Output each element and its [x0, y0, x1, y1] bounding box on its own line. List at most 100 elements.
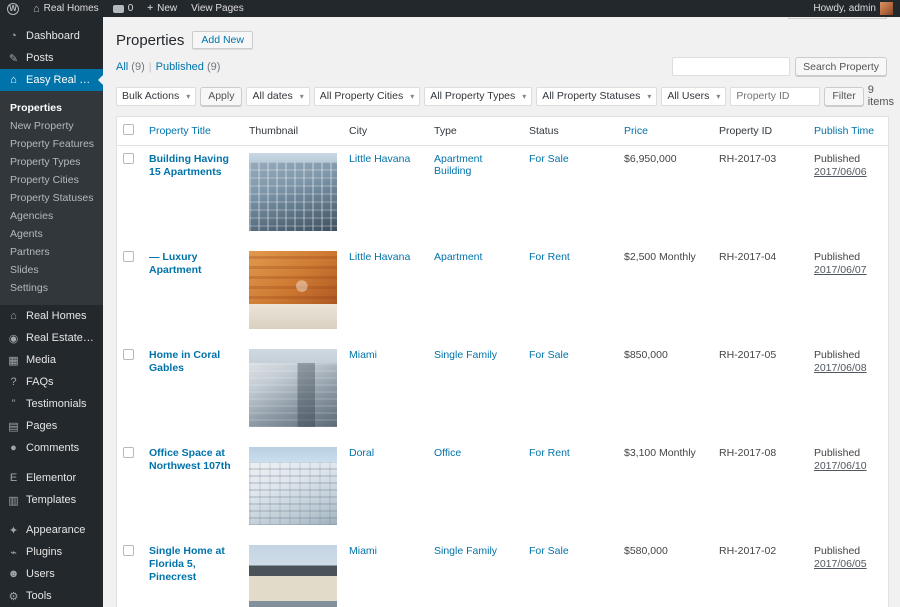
- filter-button[interactable]: Filter: [824, 86, 864, 106]
- templates-icon: ▥: [8, 494, 19, 507]
- sidebar-item-tools[interactable]: ⚙ Tools: [0, 585, 103, 607]
- publish-status: Published: [814, 153, 861, 165]
- sidebar-item-media[interactable]: ▦ Media: [0, 349, 103, 371]
- sidebar-item-real-estate-crm[interactable]: ◉ Real Estate CRM: [0, 327, 103, 349]
- property-thumbnail[interactable]: [249, 447, 337, 525]
- property-title-link[interactable]: Home in Coral Gables: [149, 349, 237, 375]
- property-thumbnail[interactable]: [249, 545, 337, 607]
- city-link[interactable]: Little Havana: [349, 251, 410, 263]
- select-row-checkbox[interactable]: [123, 447, 134, 458]
- property-id-value: RH-2017-04: [719, 251, 777, 263]
- bulk-actions-select[interactable]: Bulk Actions ▾: [116, 86, 197, 106]
- sidebar-item-appearance[interactable]: ✦ Appearance: [0, 519, 103, 541]
- property-title-link[interactable]: — Luxury Apartment: [149, 251, 237, 277]
- submenu-item-agents[interactable]: Agents: [0, 225, 103, 243]
- property-id-input[interactable]: [730, 86, 821, 106]
- city-link[interactable]: Miami: [349, 349, 377, 361]
- submenu-item-property-types[interactable]: Property Types: [0, 153, 103, 171]
- sidebar-item-label: Comments: [26, 442, 80, 454]
- select-all-checkbox[interactable]: [123, 124, 134, 135]
- search-box: Search Property: [672, 57, 887, 76]
- comments-indicator[interactable]: 0: [106, 0, 141, 17]
- sidebar-item-comments[interactable]: ● Comments: [0, 437, 103, 459]
- sidebar-item-posts[interactable]: ✎ Posts: [0, 47, 103, 69]
- view-pages-label: View Pages: [191, 3, 244, 14]
- sidebar-item-real-homes[interactable]: ⌂ Real Homes: [0, 305, 103, 327]
- view-all-link[interactable]: All (9): [116, 61, 145, 73]
- type-link[interactable]: Single Family: [434, 545, 497, 557]
- submenu-item-agencies[interactable]: Agencies: [0, 207, 103, 225]
- publish-status: Published: [814, 447, 861, 459]
- search-input[interactable]: [672, 57, 791, 76]
- select-row-checkbox[interactable]: [123, 251, 134, 262]
- users-select[interactable]: All Users ▾: [661, 86, 727, 106]
- submenu-item-property-statuses[interactable]: Property Statuses: [0, 189, 103, 207]
- new-content-button[interactable]: + New: [140, 0, 184, 17]
- property-thumbnail[interactable]: [249, 349, 337, 427]
- sidebar-item-label: Users: [26, 568, 55, 580]
- property-title-link[interactable]: Building Having 15 Apartments: [149, 153, 237, 179]
- sidebar-item-users[interactable]: ☻ Users: [0, 563, 103, 585]
- view-published-label: Published: [155, 60, 204, 73]
- select-row-checkbox[interactable]: [123, 153, 134, 164]
- sidebar-item-faqs[interactable]: ? FAQs: [0, 371, 103, 393]
- testimonials-icon: ”: [11, 398, 16, 410]
- chevron-down-icon: ▾: [522, 91, 527, 101]
- type-link[interactable]: Office: [434, 447, 461, 459]
- property-title-link[interactable]: Single Home at Florida 5, Pinecrest: [149, 545, 237, 584]
- view-pages-link[interactable]: View Pages: [184, 0, 251, 17]
- submenu-item-property-cities[interactable]: Property Cities: [0, 171, 103, 189]
- sidebar-item-templates[interactable]: ▥ Templates: [0, 489, 103, 511]
- column-header-price[interactable]: Price: [618, 117, 713, 146]
- main-content: Screen Options ▾ Properties Add New All …: [103, 0, 900, 607]
- sidebar-item-testimonials[interactable]: ” Testimonials: [0, 393, 103, 415]
- status-link[interactable]: For Sale: [529, 153, 569, 165]
- status-link[interactable]: For Sale: [529, 349, 569, 361]
- search-property-button[interactable]: Search Property: [795, 57, 887, 76]
- site-name-link[interactable]: ⌂ Real Homes: [26, 0, 106, 17]
- property-thumbnail[interactable]: [249, 251, 337, 329]
- add-new-button[interactable]: Add New: [192, 31, 253, 49]
- sidebar-item-easy-real-estate[interactable]: ⌂ Easy Real Estate: [0, 69, 103, 91]
- property-thumbnail[interactable]: [249, 153, 337, 231]
- submenu-item-settings[interactable]: Settings: [0, 279, 103, 297]
- account-menu[interactable]: Howdy, admin: [806, 0, 900, 17]
- sidebar-item-label: Easy Real Estate: [26, 74, 96, 86]
- property-title-link[interactable]: Office Space at Northwest 107th: [149, 447, 237, 473]
- submenu-item-properties[interactable]: Properties: [0, 99, 103, 117]
- wp-logo[interactable]: W: [0, 0, 26, 17]
- column-header-property-title[interactable]: Property Title: [143, 117, 243, 146]
- type-link[interactable]: Apartment: [434, 251, 482, 263]
- publish-status: Published: [814, 349, 861, 361]
- type-link[interactable]: Single Family: [434, 349, 497, 361]
- comment-bubble-icon: [112, 4, 124, 13]
- type-link[interactable]: Apartment Building: [434, 153, 482, 177]
- submenu-item-new-property[interactable]: New Property: [0, 117, 103, 135]
- status-link[interactable]: For Rent: [529, 447, 570, 459]
- view-published-link[interactable]: Published (9): [156, 61, 221, 73]
- property-types-select[interactable]: All Property Types ▾: [424, 86, 533, 106]
- select-row-checkbox[interactable]: [123, 545, 134, 556]
- status-link[interactable]: For Sale: [529, 545, 569, 557]
- sidebar-item-pages[interactable]: ▤ Pages: [0, 415, 103, 437]
- sidebar-item-elementor[interactable]: E Elementor: [0, 467, 103, 489]
- select-row-checkbox[interactable]: [123, 349, 134, 360]
- submenu-item-slides[interactable]: Slides: [0, 261, 103, 279]
- admin-sidebar: ◔ Dashboard ✎ Posts ⌂ Easy Real Estate P…: [0, 17, 103, 607]
- city-link[interactable]: Doral: [349, 447, 374, 459]
- city-link[interactable]: Miami: [349, 545, 377, 557]
- sidebar-item-plugins[interactable]: ⌁ Plugins: [0, 541, 103, 563]
- sidebar-item-label: Real Homes: [26, 310, 87, 322]
- view-links: All (9) | Published (9): [116, 61, 220, 73]
- submenu-item-partners[interactable]: Partners: [0, 243, 103, 261]
- dates-select[interactable]: All dates ▾: [246, 86, 310, 106]
- apply-button[interactable]: Apply: [200, 86, 243, 106]
- submenu-item-property-features[interactable]: Property Features: [0, 135, 103, 153]
- city-link[interactable]: Little Havana: [349, 153, 410, 165]
- elementor-icon: E: [9, 472, 18, 484]
- property-cities-select[interactable]: All Property Cities ▾: [313, 86, 421, 106]
- property-statuses-select[interactable]: All Property Statuses ▾: [536, 86, 658, 106]
- sidebar-item-dashboard[interactable]: ◔ Dashboard: [0, 25, 103, 47]
- column-header-publish-time[interactable]: Publish Time: [808, 117, 888, 146]
- status-link[interactable]: For Rent: [529, 251, 570, 263]
